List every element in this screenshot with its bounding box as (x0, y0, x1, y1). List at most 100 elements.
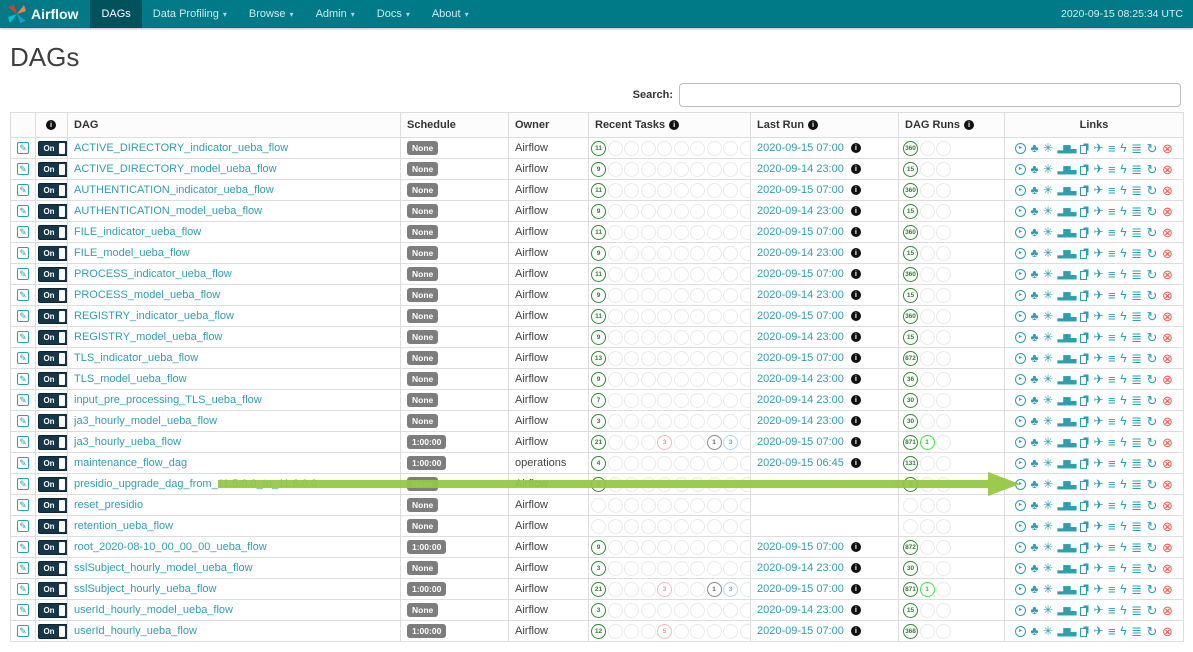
code-view-icon[interactable]: ϟ (1120, 163, 1126, 175)
task-count-circle-empty[interactable] (920, 225, 935, 240)
dag-name-link[interactable]: sslSubject_hourly_model_ueba_flow (74, 562, 253, 574)
landing-times-icon[interactable]: ✈ (1093, 520, 1103, 532)
task-count-circle-empty[interactable] (608, 141, 623, 156)
task-count-circle-empty[interactable] (740, 582, 751, 597)
dag-pause-toggle[interactable]: On (38, 582, 68, 597)
dag-details-icon[interactable]: ≣ (1131, 142, 1142, 155)
task-count-circle-empty[interactable] (674, 498, 689, 513)
task-count-circle-empty[interactable] (740, 393, 751, 408)
last-run-link[interactable]: 2020-09-15 07:00 (757, 436, 844, 448)
edit-dag-icon[interactable]: ✎ (17, 394, 29, 406)
refresh-icon[interactable]: ↻ (1147, 499, 1158, 512)
task-tries-icon[interactable] (1080, 163, 1089, 175)
graph-view-icon[interactable]: ✳ (1043, 226, 1053, 238)
edit-dag-icon[interactable]: ✎ (17, 352, 29, 364)
task-duration-icon[interactable]: ▂▆▃ (1058, 627, 1076, 636)
refresh-icon[interactable]: ↻ (1147, 541, 1158, 554)
delete-dag-icon[interactable]: ⊗ (1162, 415, 1173, 428)
task-count-circle-empty[interactable] (707, 309, 722, 324)
task-count-circle-empty[interactable] (657, 351, 672, 366)
task-count-circle-success[interactable]: 9 (591, 288, 606, 303)
task-count-circle-empty[interactable] (740, 351, 751, 366)
task-count-circle-empty[interactable] (723, 162, 738, 177)
task-count-circle-empty[interactable] (608, 435, 623, 450)
dag-details-icon[interactable]: ≣ (1131, 562, 1142, 575)
graph-view-icon[interactable]: ✳ (1043, 163, 1053, 175)
dag-name-link[interactable]: FILE_indicator_ueba_flow (74, 226, 201, 238)
dag-details-icon[interactable]: ≣ (1131, 184, 1142, 197)
task-count-circle-empty[interactable] (920, 351, 935, 366)
task-count-circle-empty[interactable] (608, 561, 623, 576)
task-count-circle-empty[interactable] (641, 624, 656, 639)
task-count-circle-empty[interactable] (674, 414, 689, 429)
task-count-circle-success[interactable]: 15 (903, 246, 918, 261)
task-count-circle-empty[interactable] (723, 204, 738, 219)
task-count-circle-empty[interactable] (674, 141, 689, 156)
edit-dag-icon[interactable]: ✎ (17, 541, 29, 553)
gantt-view-icon[interactable]: ≡ (1108, 562, 1116, 575)
task-tries-icon[interactable] (1080, 142, 1089, 154)
task-count-circle-empty[interactable] (641, 582, 656, 597)
search-input[interactable] (679, 83, 1181, 107)
landing-times-icon[interactable]: ✈ (1093, 142, 1103, 154)
task-count-circle-empty[interactable] (740, 519, 751, 534)
task-tries-icon[interactable] (1080, 478, 1089, 490)
task-count-circle-empty[interactable] (707, 414, 722, 429)
dag-name-link[interactable]: AUTHENTICATION_model_ueba_flow (74, 205, 262, 217)
delete-dag-icon[interactable]: ⊗ (1162, 268, 1173, 281)
task-tries-icon[interactable] (1080, 583, 1089, 595)
task-count-circle-empty[interactable] (657, 540, 672, 555)
gantt-view-icon[interactable]: ≡ (1108, 625, 1116, 638)
task-count-circle-empty[interactable] (674, 288, 689, 303)
tree-view-icon[interactable]: ♣ (1031, 142, 1039, 154)
task-count-circle-success[interactable]: 360 (903, 141, 918, 156)
task-count-circle-empty[interactable] (936, 498, 951, 513)
task-count-circle-empty[interactable] (624, 288, 639, 303)
dag-pause-toggle[interactable]: On (38, 330, 68, 345)
delete-dag-icon[interactable]: ⊗ (1162, 142, 1173, 155)
task-count-circle-empty[interactable] (740, 477, 751, 492)
task-count-circle-empty[interactable] (690, 498, 705, 513)
task-count-circle-empty[interactable] (723, 330, 738, 345)
task-duration-icon[interactable]: ▂▆▃ (1058, 543, 1076, 552)
task-count-circle-empty[interactable] (641, 414, 656, 429)
gantt-view-icon[interactable]: ≡ (1108, 436, 1116, 449)
gantt-view-icon[interactable]: ≡ (1108, 478, 1116, 491)
task-count-circle-empty[interactable] (740, 624, 751, 639)
code-view-icon[interactable]: ϟ (1120, 394, 1126, 406)
dag-pause-toggle[interactable]: On (38, 603, 68, 618)
dag-name-link[interactable]: REGISTRY_model_ueba_flow (74, 331, 222, 343)
task-count-circle-empty[interactable] (723, 456, 738, 471)
task-count-circle-empty[interactable] (920, 267, 935, 282)
edit-dag-icon[interactable]: ✎ (17, 163, 29, 175)
task-tries-icon[interactable] (1080, 457, 1089, 469)
task-duration-icon[interactable]: ▂▆▃ (1058, 459, 1076, 468)
task-count-circle-empty[interactable] (674, 162, 689, 177)
task-count-circle-empty[interactable] (674, 309, 689, 324)
gantt-view-icon[interactable]: ≡ (1108, 142, 1116, 155)
code-view-icon[interactable]: ϟ (1120, 562, 1126, 574)
task-count-circle-empty[interactable] (920, 561, 935, 576)
dag-name-link[interactable]: maintenance_flow_dag (74, 457, 187, 469)
delete-dag-icon[interactable]: ⊗ (1162, 331, 1173, 344)
task-count-circle-empty[interactable] (690, 141, 705, 156)
dag-details-icon[interactable]: ≣ (1131, 625, 1142, 638)
landing-times-icon[interactable]: ✈ (1093, 625, 1103, 637)
task-count-circle-empty[interactable] (740, 309, 751, 324)
tree-view-icon[interactable]: ♣ (1031, 310, 1039, 322)
task-count-circle-empty[interactable] (690, 456, 705, 471)
task-count-circle-empty[interactable] (740, 372, 751, 387)
task-count-circle-empty[interactable] (624, 141, 639, 156)
gantt-view-icon[interactable]: ≡ (1108, 226, 1116, 239)
dag-details-icon[interactable]: ≣ (1131, 352, 1142, 365)
dag-pause-toggle[interactable]: On (38, 435, 68, 450)
landing-times-icon[interactable]: ✈ (1093, 499, 1103, 511)
task-count-circle-empty[interactable] (657, 288, 672, 303)
dag-details-icon[interactable]: ≣ (1131, 583, 1142, 596)
edit-dag-icon[interactable]: ✎ (17, 436, 29, 448)
task-duration-icon[interactable]: ▂▆▃ (1058, 291, 1076, 300)
task-count-circle-success[interactable]: 871 (903, 582, 918, 597)
last-run-link[interactable]: 2020-09-14 23:00 (757, 205, 844, 217)
dag-pause-toggle[interactable]: On (38, 414, 68, 429)
dag-details-icon[interactable]: ≣ (1131, 289, 1142, 302)
